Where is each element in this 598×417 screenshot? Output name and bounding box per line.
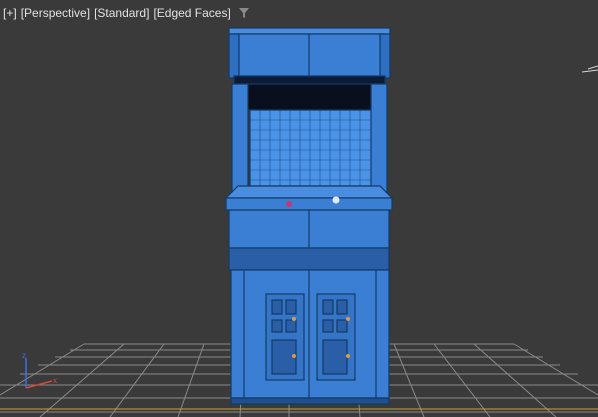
right-side-pillar	[370, 83, 388, 195]
funnel-icon[interactable]	[238, 7, 250, 19]
light-marker[interactable]	[581, 65, 598, 73]
control-panel-top	[224, 185, 394, 199]
cabinet-base	[230, 397, 390, 405]
viewport-menu-standard[interactable]: [Standard]	[94, 6, 149, 20]
cabinet-kick-band	[228, 247, 390, 271]
screen-mesh	[249, 109, 373, 187]
viewport-label-bar: [+] [Perspective] [Standard] [Edged Face…	[3, 6, 250, 20]
viewport-menu-plus[interactable]: [+]	[3, 6, 17, 20]
marquee-lower-band	[233, 75, 386, 85]
axis-gizmo: z x	[22, 351, 57, 389]
viewport-menu-perspective[interactable]: [Perspective]	[21, 6, 90, 20]
perspective-viewport[interactable]: z x [+] [Perspective] [Standard] [Edged …	[0, 0, 598, 417]
svg-text:z: z	[22, 351, 26, 360]
control-panel-edge	[225, 197, 393, 211]
screen-bezel	[233, 83, 386, 111]
arcade-cabinet-model[interactable]	[224, 27, 394, 405]
joystick-red	[286, 201, 292, 207]
cabinet-lower-body	[230, 269, 390, 399]
marquee-right-side	[379, 33, 391, 79]
viewport-menu-edged-faces[interactable]: [Edged Faces]	[153, 6, 230, 20]
joystick-white	[332, 196, 340, 204]
cabinet-top-cap	[228, 27, 391, 35]
viewport-scene[interactable]: z x	[0, 0, 598, 417]
left-side-pillar	[231, 83, 249, 195]
svg-text:x: x	[53, 376, 57, 385]
marquee-left-side	[228, 33, 240, 79]
